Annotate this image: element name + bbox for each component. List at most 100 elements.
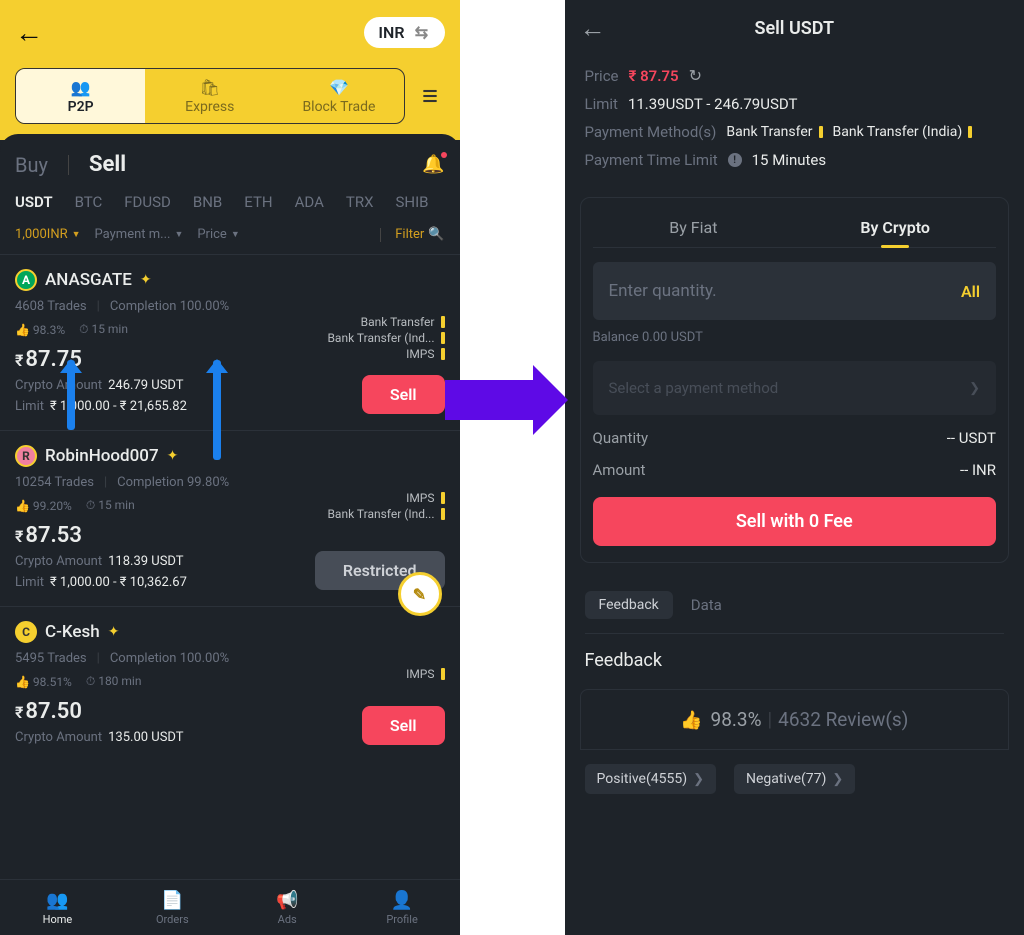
clock-icon: ⏱ 15 min bbox=[86, 498, 135, 513]
offer-card[interactable]: C C-Kesh ✦ 5495 Trades|Completion 100.00… bbox=[0, 606, 460, 761]
sell-offer-button[interactable]: Sell bbox=[362, 706, 445, 745]
page-title: Sell USDT bbox=[606, 18, 984, 39]
currency-label: INR bbox=[378, 23, 404, 42]
nav-profile[interactable]: 👤Profile bbox=[345, 880, 460, 935]
coin-fdusd[interactable]: FDUSD bbox=[124, 193, 171, 211]
trader-name: ANASGATE bbox=[45, 270, 132, 290]
payment-method: IMPS bbox=[327, 491, 444, 505]
back-arrow[interactable]: ← bbox=[580, 13, 606, 44]
coin-eth[interactable]: ETH bbox=[244, 193, 272, 211]
avatar: A bbox=[15, 269, 37, 291]
chevron-down-icon: ▼ bbox=[231, 229, 240, 240]
amount-label: Amount bbox=[593, 461, 646, 479]
all-button[interactable]: All bbox=[961, 282, 980, 301]
offer-info: Price₹ 87.75↻ Limit11.39USDT - 246.79USD… bbox=[565, 56, 1024, 189]
chevron-down-icon: ▼ bbox=[72, 229, 81, 240]
feedback-heading: Feedback bbox=[585, 650, 1005, 671]
swap-icon: ⇆ bbox=[413, 23, 431, 41]
offer-card[interactable]: R RobinHood007 ✦ 10254 Trades|Completion… bbox=[0, 430, 460, 606]
buy-tab[interactable]: Buy bbox=[15, 153, 48, 177]
trade-count: 5495 Trades bbox=[15, 651, 87, 666]
quantity-value: -- USDT bbox=[947, 429, 996, 447]
home-icon: 👥 bbox=[46, 890, 68, 911]
back-arrow[interactable]: ← bbox=[15, 16, 43, 49]
tab-by-crypto[interactable]: By Crypto bbox=[794, 208, 996, 247]
amount-value: -- INR bbox=[960, 461, 996, 479]
payment-methods-label: Payment Method(s) bbox=[585, 123, 717, 141]
price: ₹87.53 bbox=[15, 523, 445, 548]
payment-filter[interactable]: Payment m...▼ bbox=[95, 227, 184, 242]
coin-bnb[interactable]: BNB bbox=[193, 193, 222, 211]
quantity-label: Quantity bbox=[593, 429, 649, 447]
nav-orders[interactable]: 📄Orders bbox=[115, 880, 230, 935]
thumb-up-icon: 👍 98.3% bbox=[15, 323, 65, 337]
positive-feedback-button[interactable]: Positive(4555)❯ bbox=[585, 764, 717, 794]
quantity-input[interactable] bbox=[609, 281, 869, 301]
tab-block-trade[interactable]: 💎Block Trade bbox=[274, 69, 403, 123]
chevron-right-icon: ❯ bbox=[832, 772, 843, 787]
sell-tab[interactable]: Sell bbox=[89, 152, 126, 177]
sell-detail-screen: ← Sell USDT Price₹ 87.75↻ Limit11.39USDT… bbox=[565, 0, 1024, 935]
coin-shib[interactable]: SHIB bbox=[395, 193, 428, 211]
payment-method-tag: Bank Transfer bbox=[726, 124, 822, 140]
quantity-input-wrap: All bbox=[593, 262, 997, 320]
annotation-arrow bbox=[67, 360, 75, 430]
info-icon[interactable]: ! bbox=[728, 153, 742, 167]
nav-home[interactable]: 👥Home bbox=[0, 880, 115, 935]
bottom-nav: 👥Home 📄Orders 📢Ads 👤Profile bbox=[0, 879, 460, 935]
data-tab[interactable]: Data bbox=[691, 596, 722, 614]
chevron-down-icon: ▼ bbox=[174, 229, 183, 240]
coin-trx[interactable]: TRX bbox=[346, 193, 374, 211]
trader-name: C-Kesh bbox=[45, 622, 100, 642]
ads-icon: 📢 bbox=[276, 890, 298, 911]
verified-icon: ✦ bbox=[167, 448, 179, 464]
time-limit-value: 15 Minutes bbox=[752, 151, 826, 169]
feedback-tab[interactable]: Feedback bbox=[585, 591, 673, 619]
completion-rate: Completion 99.80% bbox=[117, 475, 229, 490]
filter-row: 1,000INR▼ Payment m...▼ Price▼ Filter🔍 bbox=[0, 219, 460, 254]
orders-icon: 📄 bbox=[161, 890, 183, 911]
notification-bell-icon[interactable]: 🔔 bbox=[422, 154, 444, 175]
menu-icon[interactable] bbox=[415, 81, 445, 111]
create-ad-fab[interactable]: ✎ bbox=[398, 572, 442, 616]
completion-rate: Completion 100.00% bbox=[110, 651, 229, 666]
coin-ada[interactable]: ADA bbox=[295, 193, 324, 211]
clock-icon: ⏱ 180 min bbox=[86, 674, 142, 689]
limit-label: Limit bbox=[585, 95, 618, 113]
payment-method: IMPS bbox=[327, 347, 444, 361]
annotation-big-arrow bbox=[445, 380, 535, 420]
price-label: Price bbox=[585, 67, 619, 85]
avatar: R bbox=[15, 445, 37, 467]
verified-icon: ✦ bbox=[140, 272, 152, 288]
negative-feedback-button[interactable]: Negative(77)❯ bbox=[734, 764, 855, 794]
express-icon: 🛍 bbox=[200, 78, 220, 97]
funnel-icon: 🔍 bbox=[428, 227, 444, 242]
balance-text: Balance 0.00 USDT bbox=[593, 330, 997, 345]
trader-name: RobinHood007 bbox=[45, 446, 159, 466]
tab-by-fiat[interactable]: By Fiat bbox=[593, 208, 795, 247]
avatar: C bbox=[15, 621, 37, 643]
payment-method-select[interactable]: Select a payment method ❯ bbox=[593, 361, 997, 415]
trade-count: 10254 Trades bbox=[15, 475, 94, 490]
payment-method-tag: Bank Transfer (India) bbox=[833, 124, 973, 140]
refresh-icon[interactable]: ↻ bbox=[689, 66, 702, 85]
amount-filter[interactable]: 1,000INR▼ bbox=[15, 227, 81, 242]
chevron-right-icon: ❯ bbox=[693, 772, 704, 787]
payment-method: IMPS bbox=[406, 667, 444, 681]
profile-icon: 👤 bbox=[391, 890, 413, 911]
thumb-up-icon: 👍 98.51% bbox=[15, 675, 72, 689]
tab-express[interactable]: 🛍Express bbox=[145, 69, 274, 123]
tab-p2p[interactable]: 👥P2P bbox=[16, 69, 145, 123]
coin-usdt[interactable]: USDT bbox=[15, 193, 53, 211]
verified-icon: ✦ bbox=[108, 624, 120, 640]
yellow-header: ← INR ⇆ 👥P2P 🛍Express 💎Block Trade bbox=[0, 0, 460, 140]
offers-list: A ANASGATE ✦ 4608 Trades|Completion 100.… bbox=[0, 254, 460, 761]
coin-btc[interactable]: BTC bbox=[75, 193, 103, 211]
nav-ads[interactable]: 📢Ads bbox=[230, 880, 345, 935]
price-filter[interactable]: Price▼ bbox=[197, 227, 239, 242]
filter-button[interactable]: Filter🔍 bbox=[395, 227, 444, 242]
sell-button[interactable]: Sell with 0 Fee bbox=[593, 497, 997, 546]
currency-selector[interactable]: INR ⇆ bbox=[364, 17, 444, 48]
thumb-up-icon: 👍 99.20% bbox=[15, 499, 72, 513]
sell-offer-button[interactable]: Sell bbox=[362, 375, 445, 414]
